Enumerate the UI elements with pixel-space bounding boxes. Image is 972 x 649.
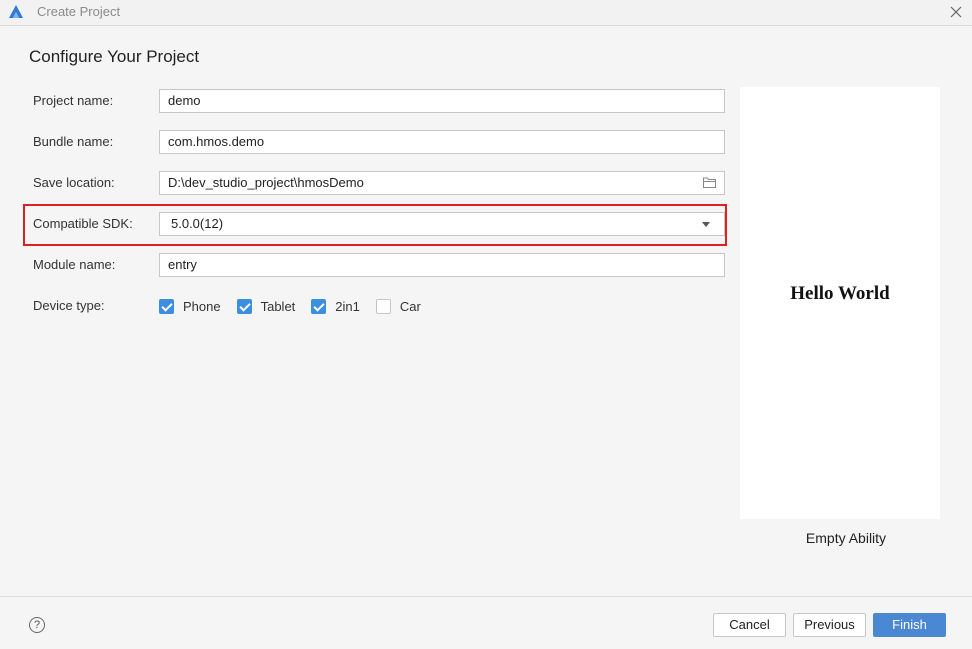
device-type-phone-label: Phone [183, 298, 221, 314]
previous-button[interactable]: Previous [793, 613, 866, 637]
app-logo-icon [9, 5, 23, 18]
project-name-label: Project name: [33, 93, 114, 108]
checkbox-checked-icon[interactable] [159, 298, 174, 314]
device-type-tablet[interactable]: Tablet [236, 298, 296, 314]
device-type-car-label: Car [399, 298, 421, 314]
finish-button[interactable]: Finish [873, 613, 946, 637]
template-name: Empty Ability [805, 530, 887, 546]
checkbox-unchecked-icon[interactable] [375, 298, 391, 314]
module-name-label: Module name: [33, 257, 116, 272]
cancel-button[interactable]: Cancel [713, 613, 786, 637]
save-location-field[interactable]: D:\dev_studio_project\hmosDemo [159, 171, 725, 195]
device-type-car[interactable]: Car [375, 298, 421, 314]
bundle-name-label: Bundle name: [33, 134, 114, 149]
bundle-name-field[interactable]: com.hmos.demo [159, 130, 725, 154]
device-type-2in1-label: 2in1 [335, 298, 360, 314]
device-type-phone[interactable]: Phone [159, 298, 221, 314]
device-type-label: Device type: [33, 298, 105, 313]
preview-hello-text: Hello World [790, 283, 890, 304]
footer-divider [0, 596, 972, 597]
help-icon[interactable]: ? [29, 617, 45, 633]
save-location-value: D:\dev_studio_project\hmosDemo [168, 175, 364, 190]
checkbox-checked-icon[interactable] [311, 298, 327, 314]
window-title: Create Project [37, 4, 121, 19]
compatible-sdk-select[interactable]: 5.0.0(12) [159, 212, 725, 236]
module-name-field[interactable]: entry [159, 253, 725, 277]
project-name-field[interactable]: demo [159, 89, 725, 113]
compatible-sdk-label: Compatible SDK: [33, 216, 133, 231]
save-location-label: Save location: [33, 175, 115, 190]
folder-icon[interactable] [703, 177, 716, 188]
device-type-tablet-label: Tablet [260, 298, 296, 314]
device-type-2in1[interactable]: 2in1 [311, 298, 360, 314]
compatible-sdk-value: 5.0.0(12) [171, 216, 224, 231]
close-icon[interactable] [946, 2, 966, 22]
chevron-down-icon[interactable] [702, 222, 710, 227]
title-bar: Create Project [0, 0, 972, 26]
checkbox-checked-icon[interactable] [236, 298, 252, 314]
device-type-checkboxes: Phone Tablet 2in1 Car [159, 294, 437, 318]
template-preview: Hello World [740, 87, 940, 519]
page-title: Configure Your Project [29, 47, 200, 66]
